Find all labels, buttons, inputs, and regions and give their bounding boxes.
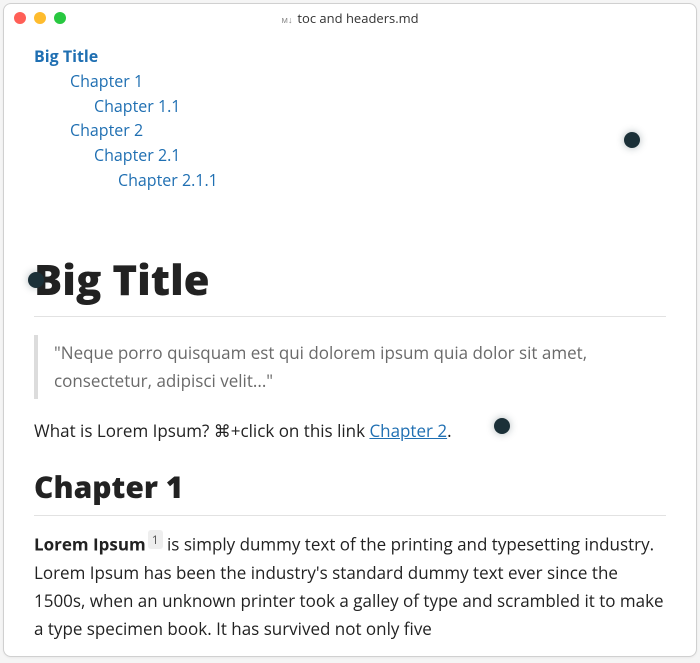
link-chapter-2[interactable]: Chapter 2 xyxy=(369,419,447,442)
document-content: Big Title Chapter 1 Chapter 1.1 Chapter … xyxy=(4,32,696,656)
window-title: м↓ toc and headers.md xyxy=(4,9,696,27)
window-title-text: toc and headers.md xyxy=(297,9,418,27)
file-icon: м↓ xyxy=(281,13,291,23)
toc-link-chapter-1-1[interactable]: Chapter 1.1 xyxy=(94,94,180,119)
toc-link-chapter-2-1-1[interactable]: Chapter 2.1.1 xyxy=(118,168,218,193)
intro-text-before-link: What is Lorem Ipsum? ⌘+click on this lin… xyxy=(34,419,369,442)
blockquote: "Neque porro quisquam est qui dolorem ip… xyxy=(34,335,666,399)
toc-link-chapter-1[interactable]: Chapter 1 xyxy=(70,69,143,94)
paragraph-lorem-ipsum: Lorem Ipsum1 is simply dummy text of the… xyxy=(34,530,666,643)
heading-big-title: Big Title xyxy=(34,251,666,317)
toc-link-big-title[interactable]: Big Title xyxy=(34,44,98,69)
window-controls xyxy=(14,12,66,24)
intro-paragraph: What is Lorem Ipsum? ⌘+click on this lin… xyxy=(34,417,666,444)
toc-link-chapter-2-1[interactable]: Chapter 2.1 xyxy=(94,143,180,168)
footnote-marker[interactable]: 1 xyxy=(148,530,163,549)
app-window: м↓ toc and headers.md Big Title Chapter … xyxy=(3,3,697,657)
intro-text-after-link: . xyxy=(447,419,451,442)
paragraph-lead: Lorem Ipsum xyxy=(34,533,146,556)
heading-chapter-1: Chapter 1 xyxy=(34,466,666,516)
titlebar: м↓ toc and headers.md xyxy=(4,4,696,32)
zoom-icon[interactable] xyxy=(54,12,66,24)
close-icon[interactable] xyxy=(14,12,26,24)
toc-link-chapter-2[interactable]: Chapter 2 xyxy=(70,118,143,143)
minimize-icon[interactable] xyxy=(34,12,46,24)
table-of-contents: Big Title Chapter 1 Chapter 1.1 Chapter … xyxy=(34,44,666,193)
